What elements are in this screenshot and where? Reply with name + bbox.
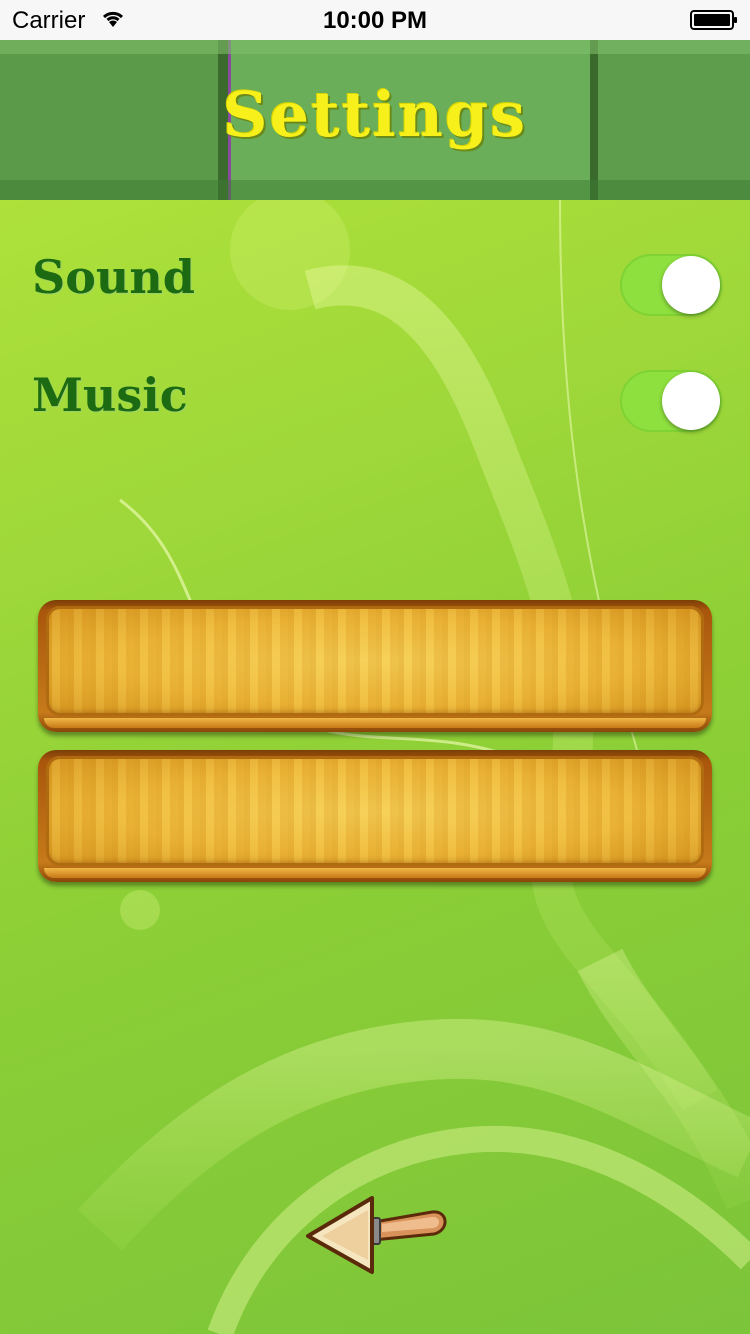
wood-panel-2[interactable] [38,750,712,882]
wood-panel-1-face [46,606,704,716]
wood-panel-2-face [46,756,704,866]
header-bar: Settings [0,40,750,200]
battery-icon [690,10,737,30]
sound-toggle[interactable] [620,254,722,316]
back-button[interactable] [302,1188,452,1276]
wood-panel-2-lip [44,868,706,878]
music-label: Music [32,368,188,422]
arrow-left-icon [306,1196,447,1274]
wood-panel-1[interactable] [38,600,712,732]
page-title: Settings [222,78,528,151]
sound-label: Sound [32,250,195,304]
status-bar: Carrier 10:00 PM [0,0,750,40]
status-time: 10:00 PM [322,7,428,34]
wood-panel-1-lip [44,718,706,728]
sound-toggle-knob [662,256,720,314]
music-toggle-knob [662,372,720,430]
music-toggle[interactable] [620,370,722,432]
